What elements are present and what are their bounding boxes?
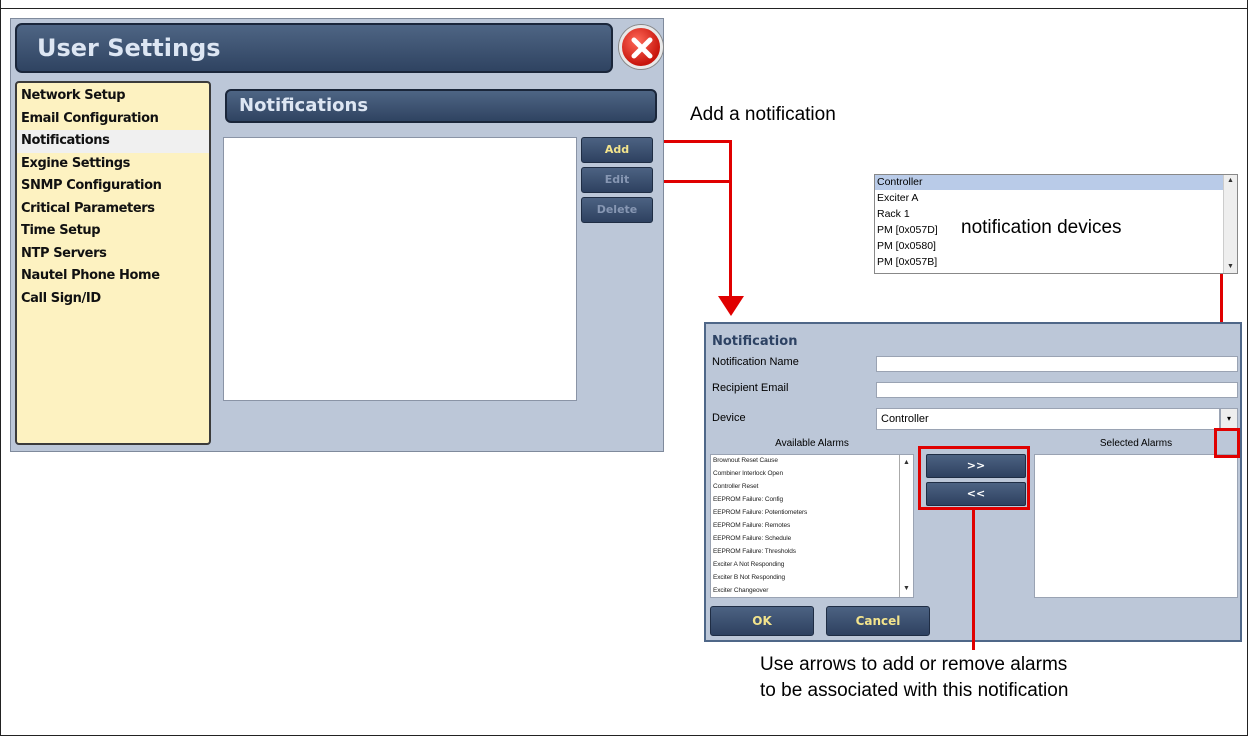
alarm-item[interactable]: Combiner Interlock Open <box>713 470 783 477</box>
ok-button[interactable]: OK <box>710 606 814 636</box>
user-settings-window: User Settings Network Setup Email Config… <box>10 18 664 452</box>
sidebar-item-nautel-phone-home[interactable]: Nautel Phone Home <box>17 265 209 288</box>
recipient-email-input[interactable] <box>876 382 1238 398</box>
device-item[interactable]: Controller <box>875 175 1225 190</box>
sidebar-item-call-sign-id[interactable]: Call Sign/ID <box>17 288 209 311</box>
notifications-header-label: Notifications <box>239 95 369 116</box>
callout-arrow-icon <box>718 296 744 316</box>
add-button[interactable]: Add <box>581 137 653 163</box>
device-item[interactable]: PM [0x0580] <box>875 239 955 254</box>
recipient-email-label: Recipient Email <box>712 382 789 394</box>
scroll-up-icon[interactable]: ▲ <box>1227 177 1234 184</box>
alarm-item[interactable]: EEPROM Failure: Potentiometers <box>713 509 807 516</box>
sidebar-item-email-configuration[interactable]: Email Configuration <box>17 108 209 131</box>
alarm-item[interactable]: Exciter Changeover <box>713 587 768 594</box>
add-notification-annotation: Add a notification <box>690 104 836 125</box>
scroll-down-icon[interactable]: ▼ <box>903 585 910 592</box>
settings-sidebar: Network Setup Email Configuration Notifi… <box>15 81 211 445</box>
device-list-scrollbar[interactable]: ▲ ▼ <box>1223 175 1237 273</box>
sidebar-item-snmp-configuration[interactable]: SNMP Configuration <box>17 175 209 198</box>
close-button[interactable] <box>619 25 663 69</box>
notification-name-input[interactable] <box>876 356 1238 372</box>
arrows-callout-box <box>918 446 1030 510</box>
arrows-annotation: Use arrows to add or remove alarms to be… <box>760 652 1068 704</box>
scroll-up-icon[interactable]: ▲ <box>903 459 910 466</box>
callout-line <box>972 510 975 650</box>
available-alarms-header: Available Alarms <box>775 438 849 449</box>
sidebar-item-critical-parameters[interactable]: Critical Parameters <box>17 198 209 221</box>
alarm-item[interactable]: Exciter A Not Responding <box>713 561 784 568</box>
alarm-item[interactable]: EEPROM Failure: Remotes <box>713 522 790 529</box>
alarm-item[interactable]: Brownout Reset Cause <box>713 457 778 464</box>
callout-line <box>664 140 732 143</box>
device-dropdown-callout-box <box>1214 428 1240 458</box>
close-icon <box>631 37 653 59</box>
sidebar-item-exgine-settings[interactable]: Exgine Settings <box>17 153 209 176</box>
device-list[interactable]: Controller Exciter A Rack 1 PM [0x057D] … <box>874 174 1238 274</box>
chevron-down-icon[interactable]: ▾ <box>1220 408 1238 430</box>
arrows-annotation-line-1: Use arrows to add or remove alarms <box>760 654 1068 675</box>
device-item[interactable]: Exciter A <box>875 191 1225 206</box>
figure-top-rule <box>0 8 1248 9</box>
notifications-list[interactable] <box>223 137 577 401</box>
alarm-item[interactable]: EEPROM Failure: Schedule <box>713 535 791 542</box>
sidebar-item-network-setup[interactable]: Network Setup <box>17 85 209 108</box>
selected-alarms-header: Selected Alarms <box>1099 438 1173 449</box>
arrows-annotation-line-2: to be associated with this notification <box>760 680 1069 701</box>
device-select[interactable]: Controller <box>876 408 1220 430</box>
alarm-item[interactable]: Controller Reset <box>713 483 758 490</box>
alarm-item[interactable]: EEPROM Failure: Thresholds <box>713 548 796 555</box>
sidebar-item-notifications[interactable]: Notifications <box>17 130 209 153</box>
available-alarms-scrollbar[interactable]: ▲ ▼ <box>899 455 913 597</box>
notifications-header: Notifications <box>225 89 657 123</box>
available-alarms-list[interactable]: Brownout Reset Cause Combiner Interlock … <box>710 454 914 598</box>
notification-name-label: Notification Name <box>712 356 799 368</box>
alarm-item[interactable]: Exciter B Not Responding <box>713 574 785 581</box>
notification-devices-annotation: notification devices <box>961 217 1122 239</box>
alarm-item[interactable]: EEPROM Failure: Config <box>713 496 783 503</box>
device-label: Device <box>712 412 746 424</box>
sidebar-item-time-setup[interactable]: Time Setup <box>17 220 209 243</box>
dialog-title: Notification <box>712 334 798 349</box>
delete-button[interactable]: Delete <box>581 197 653 223</box>
scroll-down-icon[interactable]: ▼ <box>1227 263 1234 270</box>
device-item[interactable]: PM [0x057D] <box>875 223 955 238</box>
callout-line <box>729 140 732 300</box>
title-bar: User Settings <box>15 23 613 73</box>
callout-line <box>664 180 732 183</box>
window-title: User Settings <box>37 34 221 62</box>
sidebar-item-ntp-servers[interactable]: NTP Servers <box>17 243 209 266</box>
cancel-button[interactable]: Cancel <box>826 606 930 636</box>
selected-alarms-list[interactable] <box>1034 454 1238 598</box>
edit-button[interactable]: Edit <box>581 167 653 193</box>
device-item[interactable]: PM [0x057B] <box>875 255 955 270</box>
